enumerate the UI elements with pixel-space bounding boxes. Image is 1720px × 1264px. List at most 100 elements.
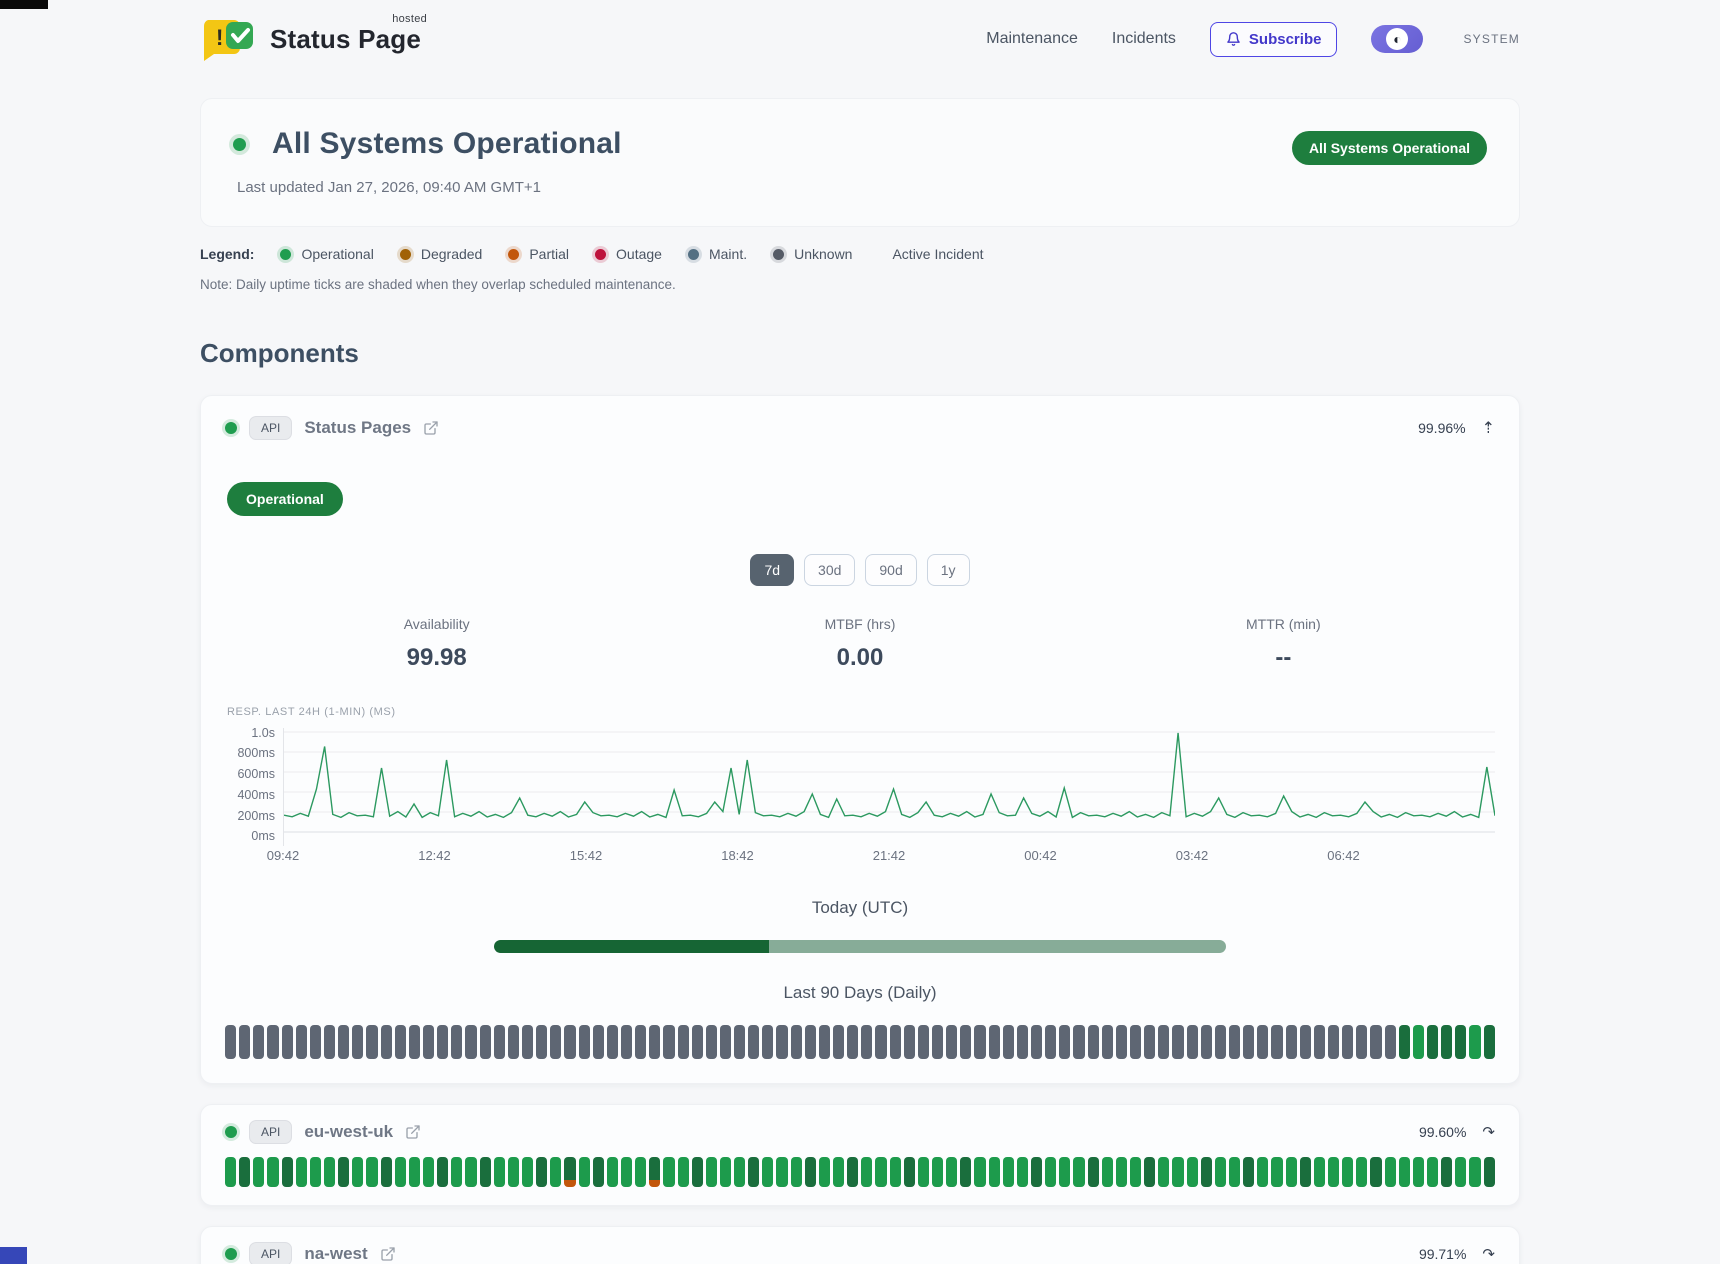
collapse-icon[interactable]: ⇡ bbox=[1482, 418, 1495, 438]
range-7d-button[interactable]: 7d bbox=[750, 554, 794, 586]
stat-mttr: MTTR (min) -- bbox=[1072, 616, 1495, 672]
uptime-day-tick bbox=[593, 1025, 604, 1059]
uptime-day-tick bbox=[253, 1025, 264, 1059]
uptime-day-tick bbox=[819, 1025, 830, 1059]
components-heading: Components bbox=[200, 338, 1520, 369]
uptime-day-tick bbox=[621, 1025, 632, 1059]
unknown-dot-icon bbox=[773, 249, 784, 260]
uptime-day-tick bbox=[1484, 1025, 1495, 1059]
uptime-day-tick bbox=[890, 1157, 901, 1187]
uptime-day-tick bbox=[1172, 1025, 1183, 1059]
uptime-day-tick bbox=[1003, 1157, 1014, 1187]
theme-toggle[interactable]: ◐ bbox=[1371, 25, 1423, 53]
overall-status-dot bbox=[233, 138, 246, 151]
brand[interactable]: ! Status Page hosted bbox=[200, 16, 421, 62]
uptime-day-tick bbox=[734, 1025, 745, 1059]
subscribe-button[interactable]: Subscribe bbox=[1210, 22, 1338, 57]
stat-mtbf: MTBF (hrs) 0.00 bbox=[648, 616, 1071, 672]
uptime-day-tick bbox=[649, 1025, 660, 1059]
external-link-icon[interactable] bbox=[380, 1246, 396, 1262]
uptime-day-tick bbox=[381, 1157, 392, 1187]
uptime-day-tick bbox=[550, 1025, 561, 1059]
time-range-selector: 7d 30d 90d 1y bbox=[225, 554, 1495, 586]
range-30d-button[interactable]: 30d bbox=[804, 554, 855, 586]
uptime-day-tick bbox=[324, 1025, 335, 1059]
uptime-day-tick bbox=[366, 1157, 377, 1187]
header: ! Status Page hosted Maintenance Inciden… bbox=[200, 0, 1520, 72]
component-header[interactable]: API na-west 99.71% ↷ bbox=[225, 1242, 1495, 1264]
range-90d-button[interactable]: 90d bbox=[865, 554, 916, 586]
uptime-day-tick bbox=[1073, 1025, 1084, 1059]
uptime-day-tick bbox=[1257, 1025, 1268, 1059]
external-link-icon[interactable] bbox=[423, 420, 439, 436]
component-type-badge: API bbox=[249, 1242, 292, 1264]
uptime-day-tick bbox=[1187, 1157, 1198, 1187]
uptime-ticks-90d bbox=[225, 1157, 1495, 1187]
uptime-day-tick bbox=[1286, 1157, 1297, 1187]
theme-mode-label: SYSTEM bbox=[1463, 32, 1520, 46]
uptime-day-tick bbox=[946, 1025, 957, 1059]
uptime-day-tick bbox=[1427, 1025, 1438, 1059]
uptime-day-tick bbox=[861, 1025, 872, 1059]
legend-item-maint: Maint. bbox=[688, 246, 747, 262]
uptime-day-tick bbox=[1130, 1157, 1141, 1187]
uptime-day-tick bbox=[1328, 1157, 1339, 1187]
uptime-day-tick bbox=[1455, 1157, 1466, 1187]
legend-item-unknown: Unknown bbox=[773, 246, 852, 262]
today-utc-label: Today (UTC) bbox=[225, 898, 1495, 918]
legend-item-outage: Outage bbox=[595, 246, 662, 262]
legend-item-operational: Operational bbox=[280, 246, 373, 262]
uptime-day-tick bbox=[267, 1025, 278, 1059]
uptime-day-tick bbox=[1172, 1157, 1183, 1187]
uptime-day-tick bbox=[494, 1025, 505, 1059]
component-status-dot bbox=[225, 422, 237, 434]
uptime-day-tick bbox=[1215, 1157, 1226, 1187]
uptime-day-tick bbox=[946, 1157, 957, 1187]
uptime-day-tick bbox=[324, 1157, 335, 1187]
component-header[interactable]: API Status Pages 99.96% ⇡ bbox=[225, 416, 1495, 440]
component-header[interactable]: API eu-west-uk 99.60% ↷ bbox=[225, 1120, 1495, 1144]
uptime-day-tick bbox=[833, 1157, 844, 1187]
uptime-day-tick bbox=[1370, 1025, 1381, 1059]
uptime-day-tick bbox=[776, 1157, 787, 1187]
component-name: eu-west-uk bbox=[304, 1122, 393, 1142]
range-1y-button[interactable]: 1y bbox=[927, 554, 970, 586]
uptime-day-tick bbox=[805, 1157, 816, 1187]
today-progress-fill bbox=[494, 940, 769, 953]
uptime-day-tick bbox=[338, 1157, 349, 1187]
uptime-day-tick bbox=[564, 1157, 575, 1187]
uptime-day-tick bbox=[1059, 1157, 1070, 1187]
uptime-day-tick bbox=[1116, 1157, 1127, 1187]
uptime-day-tick bbox=[564, 1025, 575, 1059]
uptime-day-tick bbox=[395, 1025, 406, 1059]
legend-item-active-incident: Active Incident bbox=[892, 246, 983, 262]
uptime-day-tick bbox=[579, 1157, 590, 1187]
maint-dot-icon bbox=[688, 249, 699, 260]
uptime-day-tick bbox=[875, 1157, 886, 1187]
uptime-day-tick bbox=[1300, 1157, 1311, 1187]
uptime-day-tick bbox=[1441, 1157, 1452, 1187]
nav-maintenance[interactable]: Maintenance bbox=[986, 30, 1078, 48]
operational-dot-icon bbox=[280, 249, 291, 260]
brand-hosted-label: hosted bbox=[392, 13, 427, 25]
uptime-day-tick bbox=[904, 1025, 915, 1059]
expand-icon[interactable]: ↷ bbox=[1482, 1245, 1495, 1263]
uptime-day-tick bbox=[480, 1157, 491, 1187]
uptime-day-tick bbox=[579, 1025, 590, 1059]
legend-note: Note: Daily uptime ticks are shaded when… bbox=[200, 277, 1520, 292]
external-link-icon[interactable] bbox=[405, 1124, 421, 1140]
component-status-badge: Operational bbox=[227, 482, 343, 516]
uptime-day-tick bbox=[1469, 1157, 1480, 1187]
uptime-day-tick bbox=[296, 1025, 307, 1059]
uptime-day-tick bbox=[904, 1157, 915, 1187]
component-name: Status Pages bbox=[304, 418, 411, 438]
nav-incidents[interactable]: Incidents bbox=[1112, 30, 1176, 48]
uptime-day-tick bbox=[1300, 1025, 1311, 1059]
uptime-day-tick bbox=[1257, 1157, 1268, 1187]
uptime-day-tick bbox=[1314, 1025, 1325, 1059]
uptime-day-tick bbox=[1469, 1025, 1480, 1059]
uptime-day-tick bbox=[607, 1025, 618, 1059]
component-type-badge: API bbox=[249, 1120, 292, 1144]
uptime-day-tick bbox=[1441, 1025, 1452, 1059]
expand-icon[interactable]: ↷ bbox=[1482, 1123, 1495, 1141]
